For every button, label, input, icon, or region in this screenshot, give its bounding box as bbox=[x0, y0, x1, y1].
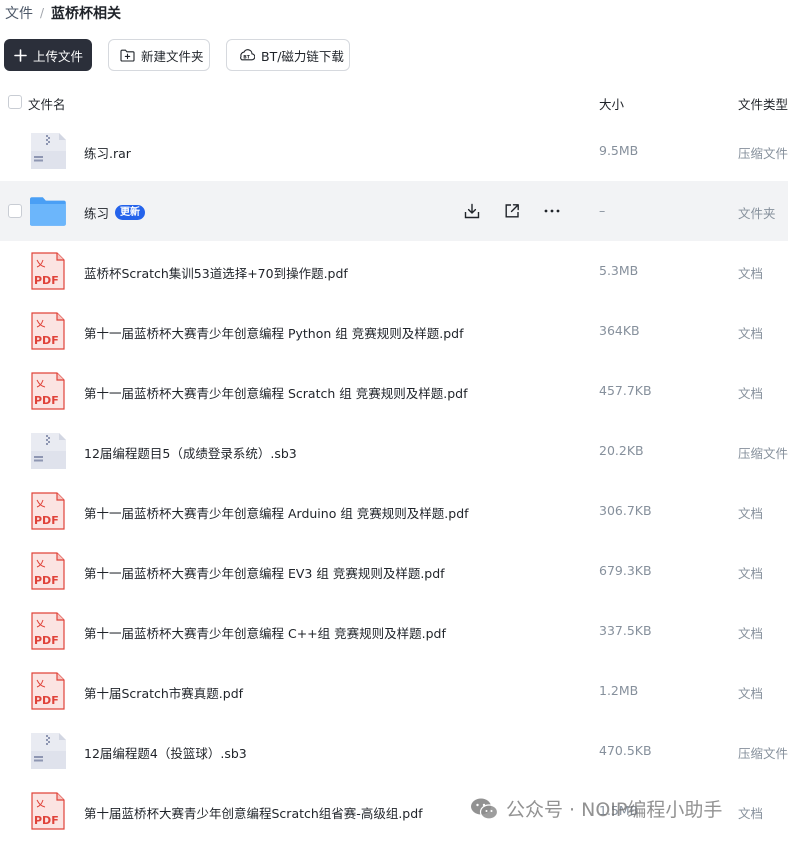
column-header-name[interactable]: 文件名 bbox=[28, 94, 66, 113]
file-type: 文档 bbox=[738, 806, 764, 821]
pdf-label: PDF bbox=[34, 394, 59, 407]
file-row[interactable]: 12届编程题4（投篮球）.sb3 470.5KB 压缩文件 bbox=[0, 721, 788, 781]
file-row[interactable]: PDF 蓝桥杯Scratch集训53道选择+70到操作题.pdf 5.3MB 文… bbox=[0, 241, 788, 301]
breadcrumb-current: 蓝桥杯相关 bbox=[51, 6, 122, 22]
file-row[interactable]: PDF 第十一届蓝桥杯大赛青少年创意编程 Arduino 组 竞赛规则及样题.p… bbox=[0, 481, 788, 541]
file-row[interactable]: PDF 第十一届蓝桥杯大赛青少年创意编程 Python 组 竞赛规则及样题.pd… bbox=[0, 301, 788, 361]
file-row[interactable]: PDF 第十一届蓝桥杯大赛青少年创意编程 EV3 组 竞赛规则及样题.pdf 6… bbox=[0, 541, 788, 601]
file-name[interactable]: 第十一届蓝桥杯大赛青少年创意编程 Arduino 组 竞赛规则及样题.pdf bbox=[84, 503, 469, 522]
file-type: 文档 bbox=[738, 566, 764, 581]
archive-icon bbox=[28, 731, 68, 771]
file-name[interactable]: 第十一届蓝桥杯大赛青少年创意编程 C++组 竞赛规则及样题.pdf bbox=[84, 623, 446, 642]
pdf-icon: PDF bbox=[28, 551, 68, 591]
update-badge: 更新 bbox=[115, 205, 146, 220]
row-actions bbox=[462, 201, 561, 220]
table-header: 文件名 大小 文件类型 bbox=[0, 82, 788, 122]
select-all-checkbox[interactable] bbox=[8, 95, 22, 109]
pdf-label: PDF bbox=[34, 274, 59, 287]
breadcrumb-separator: / bbox=[40, 6, 45, 20]
file-type: 压缩文件 bbox=[738, 146, 788, 161]
toolbar: 上传文件 新建文件夹 BT BT/磁力链下载 bbox=[4, 39, 350, 71]
pdf-label: PDF bbox=[34, 334, 59, 347]
pdf-icon: PDF bbox=[28, 311, 68, 351]
watermark: 公众号 · NOIP编程小助手 bbox=[470, 795, 722, 822]
file-type: 文档 bbox=[738, 326, 764, 341]
file-size: 20.2KB bbox=[599, 443, 644, 458]
file-name[interactable]: 练习.rar bbox=[84, 143, 131, 162]
pdf-icon: PDF bbox=[28, 251, 68, 291]
archive-icon bbox=[28, 431, 68, 471]
svg-text:BT: BT bbox=[243, 54, 251, 60]
file-type: 文档 bbox=[738, 266, 764, 281]
file-size: 364KB bbox=[599, 323, 640, 338]
bt-download-button[interactable]: BT BT/磁力链下载 bbox=[226, 39, 350, 71]
file-name[interactable]: 12届编程题4（投篮球）.sb3 bbox=[84, 743, 247, 762]
watermark-text: 公众号 · NOIP编程小助手 bbox=[506, 799, 723, 821]
file-row[interactable]: PDF 第十一届蓝桥杯大赛青少年创意编程 Scratch 组 竞赛规则及样题.p… bbox=[0, 361, 788, 421]
file-name[interactable]: 第十届Scratch市赛真题.pdf bbox=[84, 683, 243, 702]
file-name[interactable]: 12届编程题目5（成绩登录系统）.sb3 bbox=[84, 443, 297, 462]
pdf-icon: PDF bbox=[28, 491, 68, 531]
pdf-label: PDF bbox=[34, 634, 59, 647]
file-size: 306.7KB bbox=[599, 503, 652, 518]
pdf-label: PDF bbox=[34, 694, 59, 707]
bt-download-button-label: BT/磁力链下载 bbox=[261, 48, 344, 64]
file-row[interactable]: PDF 第十一届蓝桥杯大赛青少年创意编程 C++组 竞赛规则及样题.pdf 33… bbox=[0, 601, 788, 661]
share-icon[interactable] bbox=[502, 201, 521, 220]
file-size: 337.5KB bbox=[599, 623, 652, 638]
column-header-type[interactable]: 文件类型 bbox=[738, 94, 788, 113]
pdf-icon: PDF bbox=[28, 791, 68, 831]
file-row[interactable]: 练习.rar 9.5MB 压缩文件 bbox=[0, 121, 788, 181]
upload-button[interactable]: 上传文件 bbox=[4, 39, 92, 71]
archive-icon bbox=[28, 131, 68, 171]
file-row[interactable]: 练习 更新 – 文件夹 bbox=[0, 181, 788, 241]
file-type: 压缩文件 bbox=[738, 446, 788, 461]
new-folder-button[interactable]: 新建文件夹 bbox=[108, 39, 210, 71]
file-size: 457.7KB bbox=[599, 383, 652, 398]
file-type: 文件夹 bbox=[738, 206, 776, 221]
file-type: 文档 bbox=[738, 686, 764, 701]
file-name[interactable]: 蓝桥杯Scratch集训53道选择+70到操作题.pdf bbox=[84, 263, 348, 282]
folder-name-text: 练习 bbox=[84, 206, 110, 221]
file-name[interactable]: 第十一届蓝桥杯大赛青少年创意编程 EV3 组 竞赛规则及样题.pdf bbox=[84, 563, 445, 582]
file-list: 练习.rar 9.5MB 压缩文件 练习 更新 – 文件夹 PDF 蓝桥杯Scr… bbox=[0, 121, 788, 841]
file-type: 压缩文件 bbox=[738, 746, 788, 761]
file-row[interactable]: PDF 第十届Scratch市赛真题.pdf 1.2MB 文档 bbox=[0, 661, 788, 721]
bt-icon: BT bbox=[238, 48, 255, 62]
pdf-icon: PDF bbox=[28, 671, 68, 711]
column-header-size[interactable]: 大小 bbox=[599, 94, 624, 113]
pdf-icon: PDF bbox=[28, 371, 68, 411]
download-icon[interactable] bbox=[462, 201, 481, 220]
file-name[interactable]: 练习 更新 bbox=[84, 203, 146, 222]
file-size: 1.2MB bbox=[599, 683, 639, 698]
new-folder-button-label: 新建文件夹 bbox=[141, 48, 204, 64]
plus-icon bbox=[14, 48, 27, 62]
file-type: 文档 bbox=[738, 386, 764, 401]
upload-button-label: 上传文件 bbox=[33, 48, 84, 64]
pdf-label: PDF bbox=[34, 514, 59, 527]
folder-icon bbox=[28, 191, 68, 231]
file-size: 679.3KB bbox=[599, 563, 652, 578]
more-icon[interactable] bbox=[542, 201, 561, 220]
file-size: – bbox=[599, 203, 606, 218]
file-type: 文档 bbox=[738, 506, 764, 521]
file-name[interactable]: 第十一届蓝桥杯大赛青少年创意编程 Scratch 组 竞赛规则及样题.pdf bbox=[84, 383, 467, 402]
new-folder-icon bbox=[120, 49, 135, 62]
breadcrumb: 文件 / 蓝桥杯相关 bbox=[5, 3, 121, 23]
file-size: 470.5KB bbox=[599, 743, 652, 758]
file-type: 文档 bbox=[738, 626, 764, 641]
file-size: 9.5MB bbox=[599, 143, 639, 158]
pdf-icon: PDF bbox=[28, 611, 68, 651]
file-row[interactable]: 12届编程题目5（成绩登录系统）.sb3 20.2KB 压缩文件 bbox=[0, 421, 788, 481]
pdf-label: PDF bbox=[34, 814, 59, 827]
file-name[interactable]: 第十一届蓝桥杯大赛青少年创意编程 Python 组 竞赛规则及样题.pdf bbox=[84, 323, 464, 342]
breadcrumb-root[interactable]: 文件 bbox=[5, 3, 33, 23]
file-size: 5.3MB bbox=[599, 263, 639, 278]
file-name[interactable]: 第十届蓝桥杯大赛青少年创意编程Scratch组省赛-高级组.pdf bbox=[84, 803, 423, 822]
wechat-icon bbox=[470, 797, 498, 821]
row-checkbox[interactable] bbox=[8, 204, 22, 218]
pdf-label: PDF bbox=[34, 574, 59, 587]
